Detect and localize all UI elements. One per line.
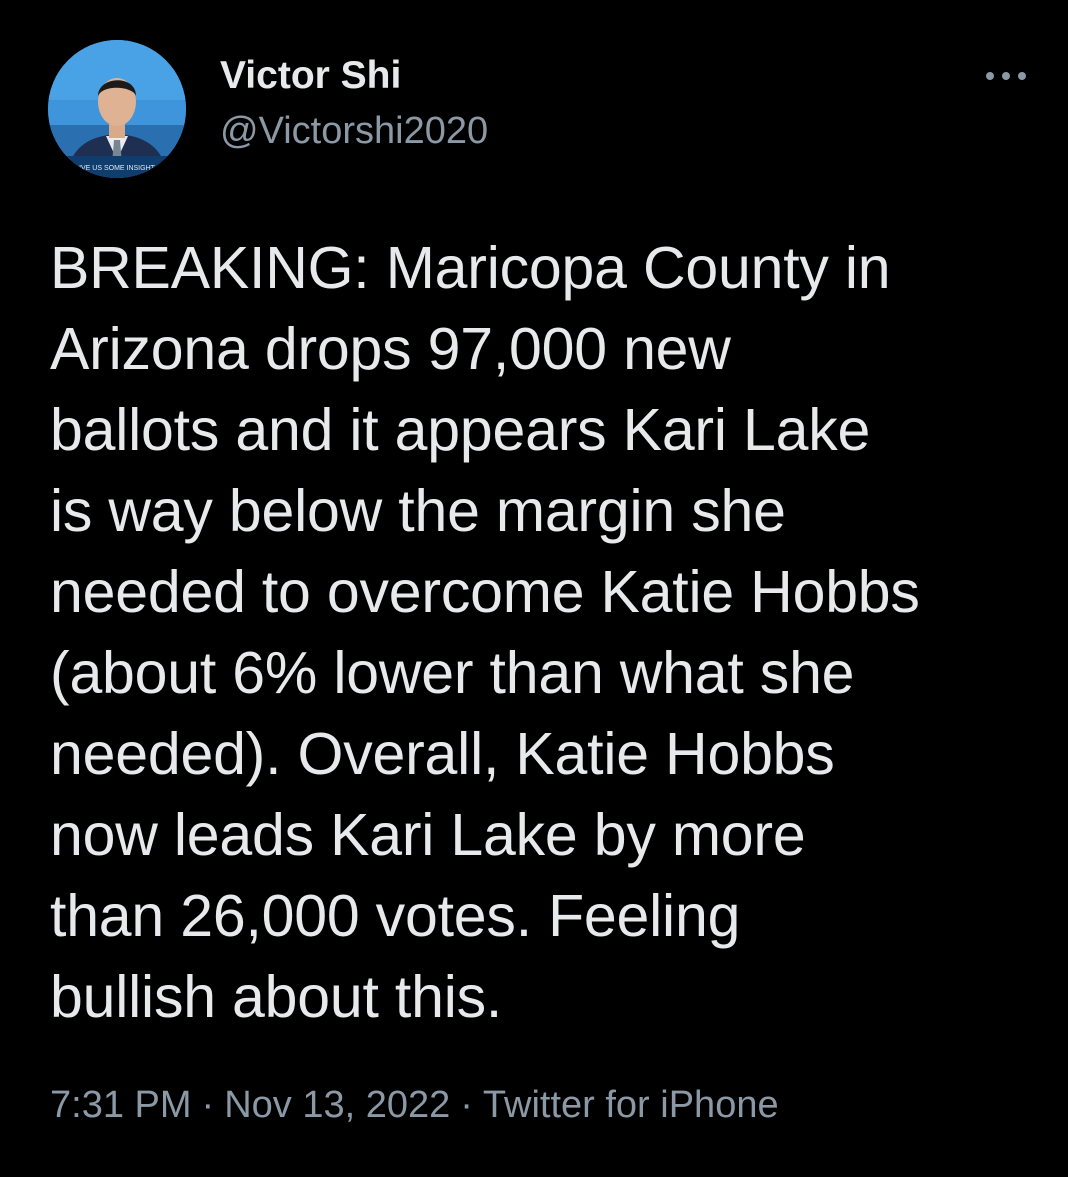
tweet-date[interactable]: Nov 13, 2022 [224, 1084, 450, 1126]
tweet-body-text: BREAKING: Maricopa County in Arizona dro… [50, 235, 920, 1030]
tweet-time[interactable]: 7:31 PM [50, 1084, 192, 1126]
tweet-metadata: 7:31 PM · Nov 13, 2022 · Twitter for iPhone [50, 1080, 779, 1130]
more-options-button[interactable] [976, 56, 1036, 96]
author-display-name[interactable]: Victor Shi [220, 52, 401, 100]
meta-separator: · [201, 1084, 215, 1126]
avatar-photo-icon: IVE US SOME INSIGHT [48, 40, 186, 178]
author-handle[interactable]: @Victorshi2020 [220, 108, 488, 154]
avatar-caption: IVE US SOME INSIGHT [79, 165, 156, 172]
tweet-card: IVE US SOME INSIGHT Victor Shi @Victorsh… [0, 0, 1068, 1177]
more-dots-icon [986, 72, 1026, 80]
user-avatar[interactable]: IVE US SOME INSIGHT [48, 40, 186, 178]
tweet-source[interactable]: Twitter for iPhone [483, 1084, 779, 1126]
meta-separator: · [460, 1084, 473, 1126]
